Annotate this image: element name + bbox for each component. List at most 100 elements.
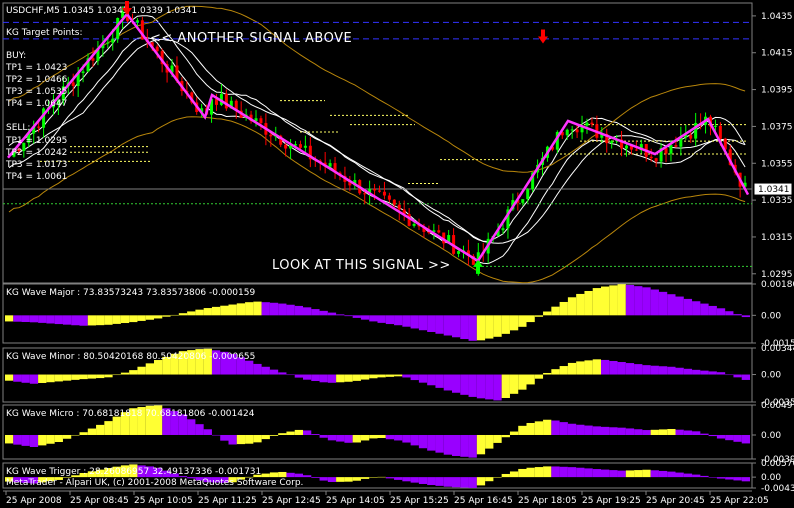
candle-body	[111, 38, 115, 43]
histogram-bar	[96, 424, 105, 435]
time-tick-label: 25 Apr 19:25	[582, 496, 641, 506]
histogram-bar	[162, 315, 171, 317]
histogram-bar	[567, 467, 577, 478]
histogram-bar	[327, 434, 337, 441]
time-tick-label: 25 Apr 12:45	[262, 496, 321, 506]
histogram-bar	[261, 302, 270, 316]
histogram-bar	[642, 287, 651, 316]
histogram-bar	[634, 429, 643, 435]
histogram-bar	[145, 315, 154, 320]
histogram-bar	[609, 470, 618, 478]
candle-body	[303, 145, 307, 148]
histogram-bar	[609, 427, 618, 435]
histogram-bar	[551, 466, 560, 478]
histogram-bar	[501, 473, 510, 478]
histogram-bar	[658, 291, 668, 316]
indicator-tick-label: 0.00	[761, 311, 781, 321]
histogram-bar	[21, 315, 30, 323]
price-pane[interactable]: 1.04351.04151.03951.03751.03551.03351.03…	[2, 1, 793, 284]
candle-body	[387, 195, 391, 200]
histogram-bar	[625, 428, 635, 435]
histogram-bar	[634, 286, 643, 316]
histogram-bar	[460, 434, 469, 457]
histogram-bar	[236, 434, 246, 445]
histogram-bar	[228, 304, 237, 316]
candle-body	[669, 145, 673, 154]
histogram-bar	[485, 315, 494, 339]
histogram-bar	[303, 430, 312, 435]
candle-body	[689, 135, 693, 139]
histogram-bar	[658, 470, 668, 478]
sell-tp4: TP4 = 1.0061	[5, 172, 67, 182]
histogram-bar	[236, 303, 246, 316]
candle-body	[224, 93, 228, 109]
wave-micro-pane[interactable]: 0.004970.00-0.00398KG Wave Micro : 70.68…	[2, 401, 794, 465]
moving-average-line	[8, 38, 746, 244]
buy-tp4: TP4 = 1.0647	[5, 99, 67, 109]
histogram-bar	[534, 421, 544, 435]
histogram-bar	[543, 311, 552, 316]
histogram-bar	[303, 374, 312, 380]
time-tick-label: 25 Apr 10:05	[134, 496, 193, 506]
histogram-bar	[667, 366, 676, 375]
price-tick-label: 1.0315	[761, 233, 793, 243]
histogram-bar	[584, 425, 593, 435]
histogram-bar	[87, 315, 97, 326]
histogram-bar	[21, 434, 30, 446]
sell-tp2: TP2 = 1.0242	[5, 148, 67, 158]
histogram-bar	[385, 315, 395, 325]
histogram-bar	[493, 477, 502, 478]
wave-minor-pane[interactable]: 0.003440.00-0.00356KG Wave Minor : 80.50…	[2, 344, 794, 408]
histogram-bar	[253, 363, 262, 375]
histogram-bar	[245, 302, 254, 316]
histogram-bar	[38, 315, 47, 323]
histogram-bar	[352, 315, 361, 318]
histogram-bar	[650, 365, 659, 375]
histogram-bar	[54, 434, 63, 443]
histogram-bar	[625, 284, 635, 316]
histogram-bar	[385, 374, 395, 377]
sell-tp1: TP1 = 1.0295	[5, 136, 67, 146]
histogram-bar	[476, 434, 486, 455]
histogram-bar	[692, 369, 701, 375]
wave-trigger-pane[interactable]: 0.00570 0.00-0.00439 KG Wave Trigger : 28.…	[2, 459, 794, 494]
histogram-bar	[584, 468, 593, 478]
histogram-bar	[733, 314, 742, 316]
histogram-bar	[377, 315, 386, 323]
histogram-bar	[468, 315, 477, 341]
histogram-bar	[410, 374, 419, 381]
histogram-bar	[327, 374, 337, 383]
wave-major-pane[interactable]: 0.001800.00-0.00159KG Wave Major : 73.83…	[2, 280, 794, 349]
indicator-tick-label: 0.00180	[761, 280, 794, 290]
histogram-bar	[112, 374, 121, 376]
indicator-tick-label: 0.00344	[761, 344, 794, 354]
indicator-tick-label: 0.00570	[761, 459, 794, 469]
price-tick-label: 1.0335	[761, 196, 793, 206]
histogram-bar	[211, 306, 221, 316]
histogram-bar	[609, 285, 618, 316]
wave-zigzag	[7, 12, 750, 263]
histogram-bar	[5, 434, 14, 444]
time-tick-label: 25 Apr 11:25	[198, 496, 257, 506]
price-tick-label: 1.0375	[761, 122, 793, 132]
level-lines	[3, 21, 752, 267]
histogram-bar	[269, 369, 279, 375]
histogram-bar	[435, 374, 444, 388]
histogram-bar	[543, 419, 552, 435]
histogram-bar	[269, 302, 279, 316]
indicator-title: KG Wave Trigger : 28.26086957 32.4913733…	[6, 467, 261, 477]
histogram-bar	[336, 374, 345, 383]
annotation-another-signal: << ANOTHER SIGNAL ABOVE	[150, 31, 352, 46]
candle-body	[397, 204, 401, 210]
histogram-bar	[534, 467, 544, 478]
histogram-bar	[476, 374, 486, 399]
time-tick-label: 25 Apr 14:05	[326, 496, 385, 506]
indicator-tick-label: 0.00	[761, 431, 781, 441]
histogram-bar	[725, 311, 734, 316]
histogram-bar	[601, 426, 610, 435]
histogram-bar	[551, 420, 560, 435]
histogram-bar	[617, 427, 626, 435]
histogram-bar	[435, 434, 444, 453]
histogram-bar	[62, 315, 72, 325]
price-pane-frame	[2, 2, 753, 284]
